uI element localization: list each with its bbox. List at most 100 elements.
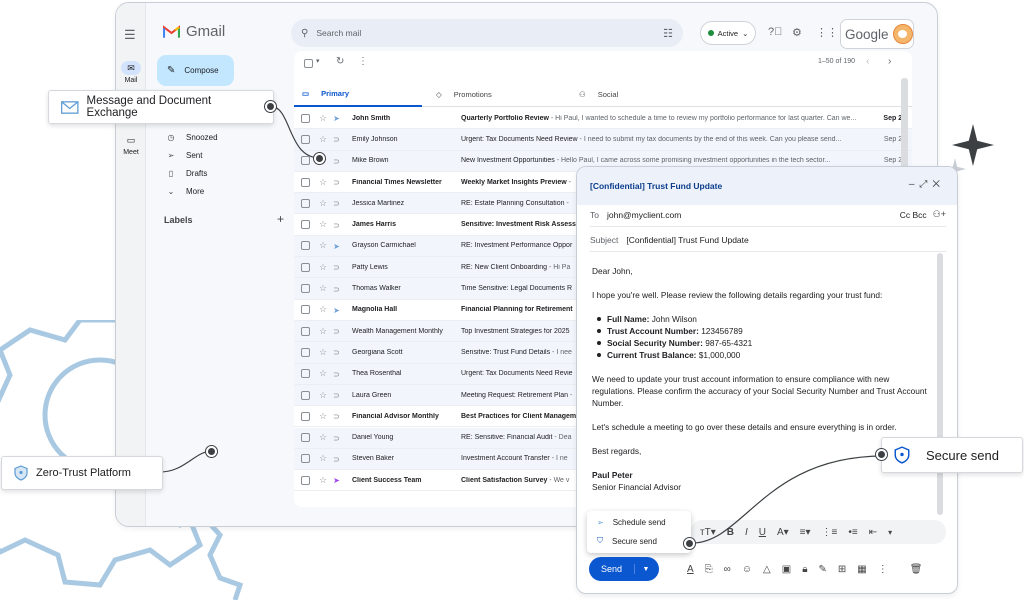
labels-section: Labels + [164, 212, 284, 226]
tab-promotions[interactable]: ◇ Promotions [436, 81, 566, 107]
nav-item-more[interactable]: ⌄ More [166, 187, 205, 196]
refresh-icon[interactable]: ↻ [336, 56, 344, 67]
star-icon[interactable]: ☆ [319, 198, 327, 209]
menu-icon[interactable]: ☰ [124, 27, 136, 43]
compose-scrollbar[interactable] [937, 253, 943, 515]
important-icon[interactable]: ⊃ [333, 157, 343, 166]
attach-icon[interactable]: ⎘ [705, 564, 713, 575]
important-icon[interactable]: ⊃ [333, 455, 343, 464]
important-icon[interactable]: ➤ [333, 476, 343, 485]
important-icon[interactable]: ⊃ [333, 285, 343, 294]
important-icon[interactable]: ⊃ [333, 370, 343, 379]
star-icon[interactable]: ☆ [319, 432, 327, 443]
row-checkbox[interactable] [301, 454, 310, 464]
important-icon[interactable]: ⊃ [333, 412, 343, 421]
row-checkbox[interactable] [301, 369, 310, 379]
subject-field[interactable]: Subject [Confidential] Trust Fund Update [590, 228, 946, 252]
settings-icon[interactable]: ⚙ [792, 26, 802, 39]
row-checkbox[interactable] [301, 284, 310, 294]
row-checkbox[interactable] [301, 390, 310, 400]
row-checkbox[interactable] [301, 475, 310, 485]
rail-meet[interactable]: ▭ Meet [116, 133, 146, 156]
schedule-send-option[interactable]: ➢ Schedule send [597, 518, 666, 527]
star-icon[interactable]: ☆ [319, 326, 327, 337]
lock-icon[interactable]: 🔒︎ [802, 564, 807, 575]
help-icon[interactable]: ?⃝ [768, 26, 782, 38]
calendar-icon[interactable]: ▦ [857, 564, 866, 575]
apps-icon[interactable]: ⋮⋮ [816, 26, 838, 39]
drive-icon[interactable]: △ [763, 564, 771, 575]
secure-send-option[interactable]: ⛉ Secure send [597, 536, 657, 546]
delete-icon[interactable]: 🗑︎ [910, 564, 923, 575]
star-icon[interactable]: ☆ [319, 368, 327, 379]
status-dropdown[interactable]: Active ⌄ [700, 21, 756, 45]
star-icon[interactable]: ☆ [319, 304, 327, 315]
avatar[interactable] [892, 24, 913, 44]
next-page-icon[interactable]: › [888, 56, 891, 67]
star-icon[interactable]: ☆ [319, 475, 327, 486]
send-options-chevron-icon[interactable]: ▼ [635, 566, 657, 573]
star-icon[interactable]: ☆ [319, 283, 327, 294]
add-recipient-icon[interactable]: ⚇+ [933, 209, 946, 220]
signature-icon[interactable]: ✎ [819, 564, 827, 575]
row-checkbox[interactable] [301, 262, 310, 272]
row-checkbox[interactable] [301, 305, 310, 315]
to-field[interactable]: To john@myclient.com Cc Bcc ⚇+ [590, 203, 946, 227]
prev-page-icon[interactable]: ‹ [866, 56, 869, 67]
row-checkbox[interactable] [301, 347, 310, 357]
email-row[interactable]: ☆ ➤ John Smith Quarterly Portfolio Review -… [294, 108, 912, 130]
important-icon[interactable]: ⊃ [333, 178, 343, 187]
important-icon[interactable]: ➤ [333, 306, 343, 315]
important-icon[interactable]: ⊃ [333, 391, 343, 400]
send-button[interactable]: Send ▼ [589, 557, 659, 581]
row-checkbox[interactable] [301, 433, 310, 443]
star-icon[interactable]: ☆ [319, 453, 327, 464]
email-sender: Georgiana Scott [352, 348, 403, 356]
nav-item-sent[interactable]: ➢ Sent [166, 151, 203, 160]
account-box[interactable]: Google [840, 19, 914, 49]
window-controls[interactable]: –⤢✕ [909, 179, 945, 190]
photo-icon[interactable]: ▣ [782, 564, 791, 575]
important-icon[interactable]: ➤ [333, 242, 343, 251]
gmail-logo[interactable]: Gmail [163, 23, 225, 40]
select-all-checkbox[interactable] [304, 59, 313, 68]
star-icon[interactable]: ☆ [319, 177, 327, 188]
important-icon[interactable]: ⊃ [333, 348, 343, 357]
nav-item-snoozed[interactable]: ◷ Snoozed [166, 133, 218, 142]
tab-social[interactable]: ⚇ Social [579, 81, 709, 107]
star-icon[interactable]: ☆ [319, 219, 327, 230]
row-checkbox[interactable] [301, 220, 310, 230]
row-checkbox[interactable] [301, 411, 310, 421]
email-row[interactable]: ☆ ⊃ Emily Johnson Urgent: Tax Documents Nee… [294, 129, 912, 151]
emoji-icon[interactable]: ☺ [742, 564, 752, 575]
star-icon[interactable]: ☆ [319, 347, 327, 358]
rail-mail[interactable]: ✉ Mail [116, 61, 146, 84]
star-icon[interactable]: ☆ [319, 262, 327, 273]
layout-icon[interactable]: ⊞ [838, 564, 846, 575]
important-icon[interactable]: ⊃ [333, 221, 343, 230]
formatting-icon[interactable]: A [687, 564, 694, 575]
row-checkbox[interactable] [301, 326, 310, 336]
important-icon[interactable]: ⊃ [333, 434, 343, 443]
star-icon[interactable]: ☆ [319, 411, 327, 422]
important-icon[interactable]: ⊃ [333, 327, 343, 336]
search-input[interactable]: Search mail [316, 28, 361, 38]
important-icon[interactable]: ➤ [333, 114, 343, 123]
add-label-button[interactable]: + [277, 212, 284, 226]
star-icon[interactable]: ☆ [319, 240, 327, 251]
important-icon[interactable]: ⊃ [333, 263, 343, 272]
row-checkbox[interactable] [301, 241, 310, 251]
compose-button[interactable]: ✎ Compose [157, 55, 234, 86]
more-vert-icon[interactable]: ⋮ [358, 56, 368, 67]
more-options-icon[interactable]: ⋮ [878, 564, 888, 575]
nav-item-drafts[interactable]: ▯ Drafts [166, 169, 208, 178]
star-icon[interactable]: ☆ [319, 390, 327, 401]
link-icon[interactable]: ∞ [724, 564, 731, 575]
filter-icon[interactable]: ☷ [663, 27, 673, 40]
row-checkbox[interactable] [301, 198, 310, 208]
row-checkbox[interactable] [301, 177, 310, 187]
chevron-down-icon[interactable]: ▾ [316, 57, 320, 65]
search-bar[interactable]: ⚲ Search mail ☷ [291, 19, 683, 47]
important-icon[interactable]: ⊃ [333, 199, 343, 208]
important-icon[interactable]: ⊃ [333, 135, 343, 144]
